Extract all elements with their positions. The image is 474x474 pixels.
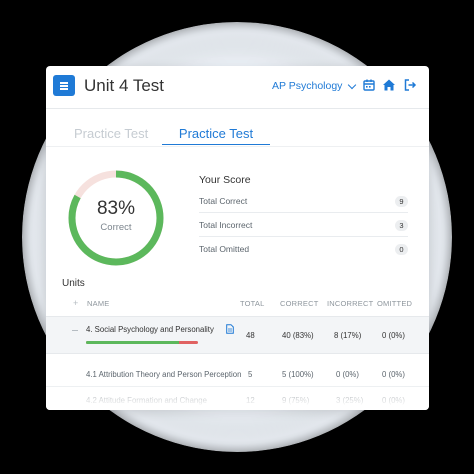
score-row-omitted: Total Omitted 0 <box>199 238 408 260</box>
score-row-label: Total Correct <box>199 196 248 206</box>
score-title: Your Score <box>199 174 251 186</box>
unit-omitted: 0 (0%) <box>382 370 405 379</box>
unit-progress-correct <box>86 341 179 344</box>
card-bottom-fade <box>46 378 429 410</box>
score-row-correct: Total Correct 9 <box>199 190 408 213</box>
score-badge: 0 <box>395 243 408 255</box>
test-results-card: Unit 4 Test AP Psychology Practice Test … <box>46 66 429 410</box>
unit-incorrect: 8 (17%) <box>334 331 362 340</box>
score-badge: 9 <box>395 195 408 207</box>
unit-name[interactable]: 4.2 Attitude Formation and Change <box>86 396 207 405</box>
column-header-incorrect[interactable]: INCORRECT <box>327 299 373 308</box>
menu-button[interactable] <box>53 75 75 96</box>
app-header: Unit 4 Test AP Psychology <box>46 66 429 109</box>
unit-correct: 40 (83%) <box>282 331 314 340</box>
column-header-correct[interactable]: CORRECT <box>280 299 318 308</box>
unit-correct: 9 (75%) <box>282 396 310 405</box>
table-row-divider <box>46 386 429 387</box>
column-header-omitted[interactable]: OMITTED <box>377 299 412 308</box>
unit-name[interactable]: 4.1 Attribution Theory and Person Percep… <box>86 370 241 379</box>
menu-icon <box>60 82 68 90</box>
donut-label: Correct <box>100 222 132 233</box>
collapse-icon[interactable] <box>72 330 78 331</box>
column-header-total[interactable]: TOTAL <box>240 299 264 308</box>
home-icon[interactable] <box>382 78 396 92</box>
units-title: Units <box>62 278 85 289</box>
unit-name[interactable]: 4. Social Psychology and Personality <box>86 325 214 334</box>
unit-total: 12 <box>246 396 255 405</box>
unit-omitted: 0 (0%) <box>382 331 405 340</box>
unit-omitted: 0 (0%) <box>382 396 405 405</box>
score-row-incorrect: Total Incorrect 3 <box>199 214 408 237</box>
column-header-name[interactable]: NAME <box>87 299 109 308</box>
unit-incorrect: 0 (0%) <box>336 370 359 379</box>
tab-practice-test-active[interactable]: Practice Test <box>162 124 270 145</box>
document-icon[interactable] <box>226 324 234 334</box>
course-select[interactable]: AP Psychology <box>272 79 357 93</box>
table-row-divider <box>46 353 429 354</box>
unit-total: 48 <box>246 331 255 340</box>
expand-all-icon[interactable]: + <box>73 298 78 308</box>
score-row-label: Total Incorrect <box>199 220 253 230</box>
unit-incorrect: 3 (25%) <box>336 396 364 405</box>
tab-divider <box>46 146 429 147</box>
page-title: Unit 4 Test <box>84 76 165 95</box>
screenshot-stage: Unit 4 Test AP Psychology Practice Test … <box>0 0 474 474</box>
score-badge: 3 <box>395 219 408 231</box>
tab-practice-test-inactive[interactable]: Practice Test <box>74 124 148 144</box>
table-row-highlight <box>46 317 429 353</box>
score-row-label: Total Omitted <box>199 244 250 254</box>
calendar-icon[interactable] <box>362 78 376 92</box>
course-select-label: AP Psychology <box>272 80 343 92</box>
logout-icon[interactable] <box>403 78 417 92</box>
unit-total: 5 <box>248 370 253 379</box>
chevron-down-icon <box>348 80 357 89</box>
unit-correct: 5 (100%) <box>282 370 314 379</box>
donut-percent: 83% <box>96 198 136 219</box>
unit-progress-bar <box>86 341 198 344</box>
